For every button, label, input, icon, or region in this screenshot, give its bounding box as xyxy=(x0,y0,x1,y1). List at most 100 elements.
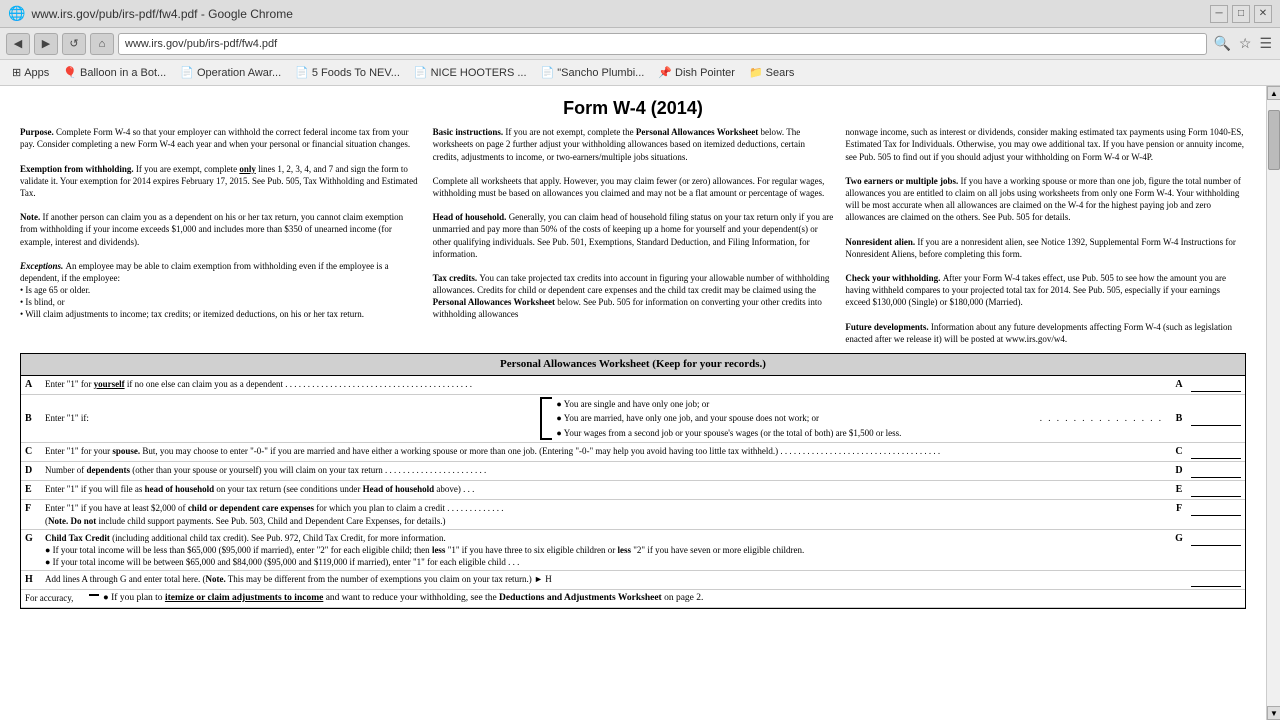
purpose-text: Complete Form W-4 so that your employer … xyxy=(20,127,410,149)
row-content-h: Add lines A through G and enter total he… xyxy=(45,573,1187,585)
row-end-g: G xyxy=(1171,532,1187,546)
scroll-up-button[interactable]: ▲ xyxy=(1267,86,1280,100)
note-heading: Note. xyxy=(20,212,43,222)
address-text: www.irs.gov/pub/irs-pdf/fw4.pdf xyxy=(125,38,277,50)
row-letter-c: C xyxy=(25,445,41,459)
pdf-content[interactable]: Form W-4 (2014) Purpose. Complete Form W… xyxy=(0,86,1266,720)
doc-icon-1: 📄 xyxy=(180,66,194,79)
row-end-f: F xyxy=(1171,502,1187,516)
bookmark-dish-label: Dish Pointer xyxy=(675,67,735,79)
address-bar[interactable]: www.irs.gov/pub/irs-pdf/fw4.pdf xyxy=(118,33,1207,55)
bookmark-sears-label: Sears xyxy=(766,67,795,79)
back-button[interactable]: ◀ xyxy=(6,33,30,55)
bracket-b-items: ● You are single and have only one job; … xyxy=(556,397,1031,441)
row-content-f: Enter "1" if you have at least $2,000 of… xyxy=(45,502,1167,526)
row-content-c: Enter "1" for your spouse. But, you may … xyxy=(45,445,1167,457)
row-input-b[interactable] xyxy=(1191,412,1241,426)
basic-heading: Basic instructions. xyxy=(433,127,506,137)
row-end-b: B xyxy=(1171,412,1187,426)
bullet1: • Is age 65 or older. xyxy=(20,285,90,295)
bookmarks-bar: ⊞ Apps 🎈 Balloon in a Bot... 📄 Operation… xyxy=(0,60,1280,86)
check-heading: Check your withholding. xyxy=(845,273,942,283)
row-input-d[interactable] xyxy=(1191,464,1241,478)
bookmark-operation-label: Operation Awar... xyxy=(197,67,281,79)
scroll-thumb[interactable] xyxy=(1268,110,1280,170)
doc-icon-2: 📄 xyxy=(414,66,428,79)
bracket-b-item3: ● Your wages from a second job or your s… xyxy=(556,426,1031,441)
row-input-e[interactable] xyxy=(1191,483,1241,497)
bookmark-foods-label: 5 Foods To NEV... xyxy=(312,67,400,79)
bookmark-sears[interactable]: 📁 Sears xyxy=(743,64,800,81)
row-letter-g: G xyxy=(25,532,41,546)
search-icon[interactable]: 🔍 xyxy=(1211,33,1232,54)
two-earners-heading: Two earners or multiple jobs. xyxy=(845,176,960,186)
row-end-a: A xyxy=(1171,378,1187,392)
worksheet-section: Personal Allowances Worksheet (Keep for … xyxy=(20,353,1246,609)
worksheet-row-e: E Enter "1" if you will file as head of … xyxy=(21,481,1245,500)
food-icon: 📄 xyxy=(295,66,309,79)
bookmark-hooters-label: NICE HOOTERS ... xyxy=(431,67,527,79)
doc-icon-3: 📄 xyxy=(541,66,555,79)
apps-icon: ⊞ xyxy=(12,66,21,79)
scroll-down-button[interactable]: ▼ xyxy=(1267,706,1280,720)
worksheet-title: Personal Allowances Worksheet xyxy=(500,358,650,370)
bookmark-balloon[interactable]: 🎈 Balloon in a Bot... xyxy=(57,64,172,81)
row-input-h[interactable] xyxy=(1191,573,1241,587)
bookmark-operation[interactable]: 📄 Operation Awar... xyxy=(174,64,287,81)
row-b-dots: . . . . . . . . . . . . . . . xyxy=(1040,412,1163,424)
row-content-a: Enter "1" for yourself if no one else ca… xyxy=(45,378,1167,390)
exemption-heading: Exemption from withholding. xyxy=(20,164,136,174)
bookmark-hooters[interactable]: 📄 NICE HOOTERS ... xyxy=(408,64,533,81)
row-input-a[interactable] xyxy=(1191,378,1241,392)
worksheet-row-c: C Enter "1" for your spouse. But, you ma… xyxy=(21,443,1245,462)
bracket-b-item2: ● You are married, have only one job, an… xyxy=(556,411,1031,426)
bookmark-apps[interactable]: ⊞ Apps xyxy=(6,64,55,81)
star-icon[interactable]: ☆ xyxy=(1237,33,1254,54)
balloon-icon: 🎈 xyxy=(63,66,77,79)
accuracy-row: For accuracy, ● If you plan to itemize o… xyxy=(21,590,1245,608)
worksheet-row-d: D Number of dependents (other than your … xyxy=(21,462,1245,481)
row-letter-a: A xyxy=(25,378,41,392)
bookmark-dish[interactable]: 📌 Dish Pointer xyxy=(652,64,741,81)
worksheet-row-h: H Add lines A through G and enter total … xyxy=(21,571,1245,590)
worksheet-subtitle: (Keep for your records.) xyxy=(652,358,766,370)
exceptions-text: An employee may be able to claim exempti… xyxy=(20,261,389,283)
window-controls: ─ □ ✕ xyxy=(1210,5,1272,23)
title-bar: 🌐 www.irs.gov/pub/irs-pdf/fw4.pdf - Goog… xyxy=(0,0,1280,28)
purpose-heading: Purpose. xyxy=(20,127,56,137)
row-content-e: Enter "1" if you will file as head of ho… xyxy=(45,483,1167,495)
scrollbar[interactable]: ▲ ▼ xyxy=(1266,86,1280,720)
worksheet-row-g: G Child Tax Credit (including additional… xyxy=(21,530,1245,571)
bracket-b-left xyxy=(540,397,552,441)
home-button[interactable]: ⌂ xyxy=(90,33,114,55)
content-area: Form W-4 (2014) Purpose. Complete Form W… xyxy=(0,86,1280,720)
row-input-g[interactable] xyxy=(1191,532,1241,546)
scroll-track[interactable] xyxy=(1267,100,1280,706)
nav-bar: ◀ ▶ ↺ ⌂ www.irs.gov/pub/irs-pdf/fw4.pdf … xyxy=(0,28,1280,60)
bookmark-sancho-label: "Sancho Plumbi... xyxy=(557,67,644,79)
worksheet-header: Personal Allowances Worksheet (Keep for … xyxy=(21,354,1245,376)
menu-icon[interactable]: ☰ xyxy=(1257,33,1274,54)
note-text: If another person can claim you as a dep… xyxy=(20,212,403,246)
close-button[interactable]: ✕ xyxy=(1254,5,1272,23)
bookmark-foods[interactable]: 📄 5 Foods To NEV... xyxy=(289,64,406,81)
accuracy-content: ● If you plan to itemize or claim adjust… xyxy=(103,592,1241,605)
browser-title: www.irs.gov/pub/irs-pdf/fw4.pdf - Google… xyxy=(31,7,292,21)
complete-text: Complete all worksheets that apply. Howe… xyxy=(433,176,825,198)
dish-icon: 📌 xyxy=(658,66,672,79)
bracket-b-item1: ● You are single and have only one job; … xyxy=(556,397,1031,412)
col3: nonwage income, such as interest or divi… xyxy=(845,126,1246,345)
minimize-button[interactable]: ─ xyxy=(1210,5,1228,23)
three-col-layout: Purpose. Complete Form W-4 so that your … xyxy=(20,126,1246,345)
maximize-button[interactable]: □ xyxy=(1232,5,1250,23)
title-bar-left: 🌐 www.irs.gov/pub/irs-pdf/fw4.pdf - Goog… xyxy=(8,5,293,22)
forward-button[interactable]: ▶ xyxy=(34,33,58,55)
form-title: Form W-4 (2014) xyxy=(20,96,1246,120)
row-letter-e: E xyxy=(25,483,41,497)
row-end-c: C xyxy=(1171,445,1187,459)
reload-button[interactable]: ↺ xyxy=(62,33,86,55)
bookmark-sancho[interactable]: 📄 "Sancho Plumbi... xyxy=(535,64,651,81)
row-input-f[interactable] xyxy=(1191,502,1241,516)
row-input-c[interactable] xyxy=(1191,445,1241,459)
bookmark-apps-label: Apps xyxy=(24,67,49,79)
